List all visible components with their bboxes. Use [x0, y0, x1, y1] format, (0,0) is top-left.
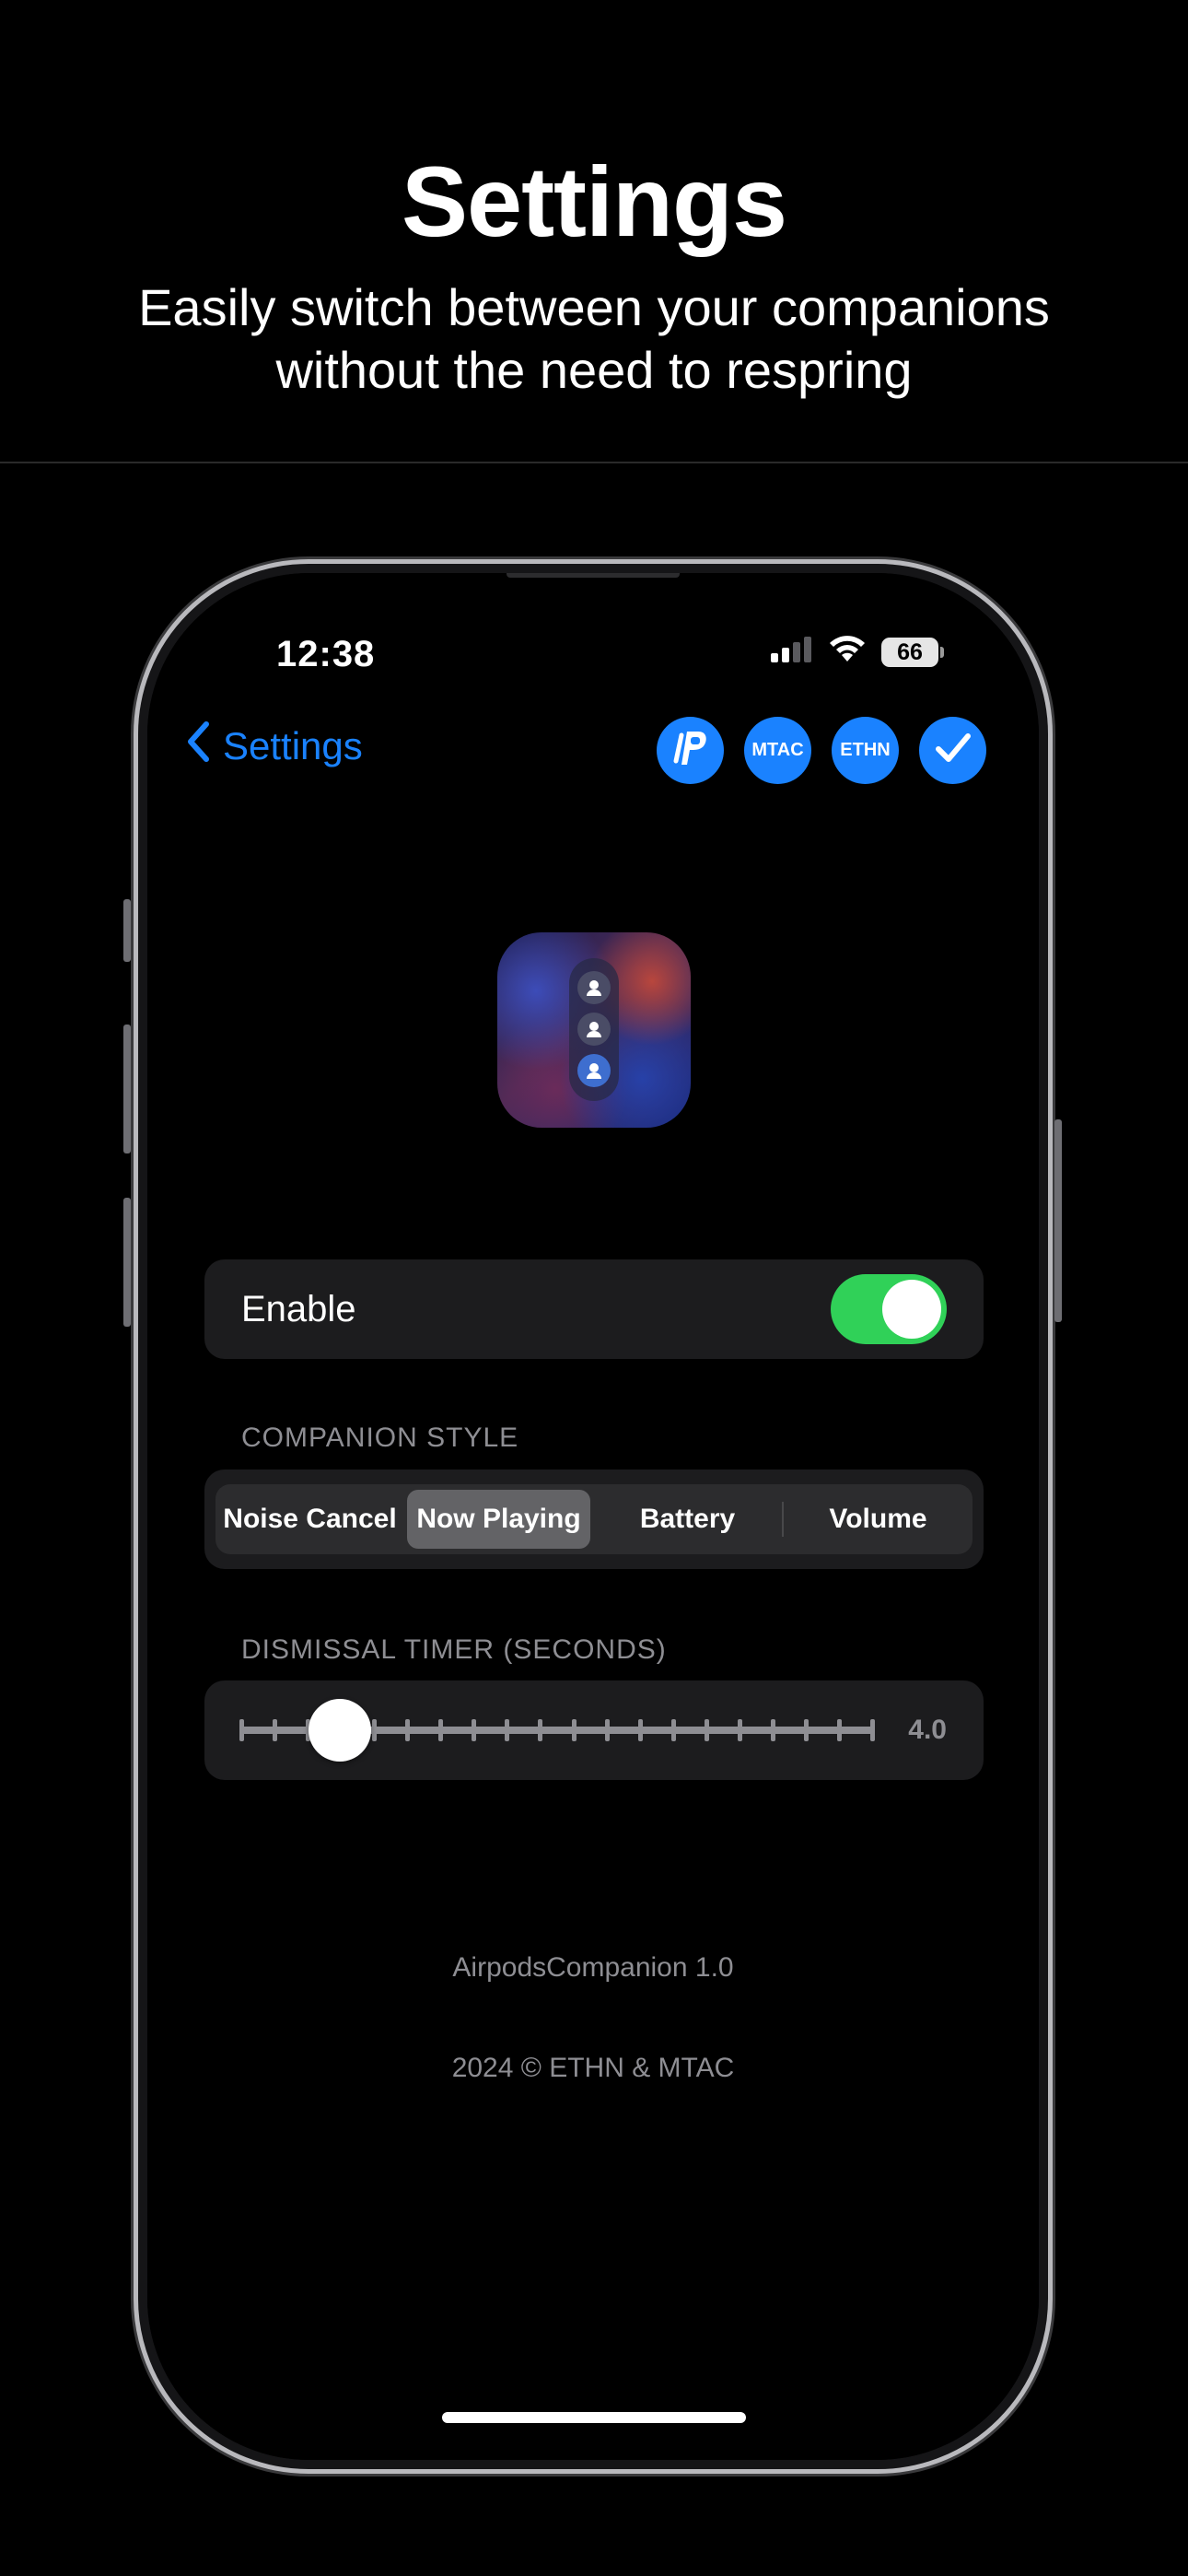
companion-style-segmented-control: Noise Cancel Now Playing Battery Volume — [215, 1484, 973, 1554]
phone-screen: 12:38 66 Settings MTAC ETHN Enable COMPA… — [147, 573, 1039, 2460]
slider-tick — [372, 1719, 377, 1741]
companion-style-header: COMPANION STYLE — [241, 1423, 519, 1453]
slider-tick — [273, 1719, 277, 1741]
checkmark-icon — [935, 732, 972, 770]
slider-tick — [870, 1719, 875, 1741]
copyright: 2024 © ETHN & MTAC — [451, 2053, 735, 2083]
segment-battery[interactable]: Battery — [596, 1490, 779, 1549]
app-version: AirpodsCompanion 1.0 — [452, 1952, 734, 1983]
battery-icon: 66 — [881, 637, 944, 667]
slider-tick — [804, 1719, 809, 1741]
dismissal-timer-card: 4.0 — [204, 1680, 984, 1780]
dismissal-timer-slider-thumb[interactable] — [309, 1699, 371, 1762]
enable-label: Enable — [241, 1289, 356, 1329]
slider-tick — [472, 1719, 476, 1741]
app-icon — [497, 932, 691, 1128]
paypal-icon — [672, 728, 709, 774]
mtac-button[interactable]: MTAC — [744, 717, 811, 784]
phone-side-button — [1054, 1119, 1062, 1322]
slider-tick — [671, 1719, 676, 1741]
cellular-signal-icon — [771, 637, 813, 667]
dismissal-timer-value: 4.0 — [908, 1715, 947, 1745]
phone-action-button — [123, 899, 131, 962]
slider-tick — [239, 1719, 244, 1741]
slider-tick — [738, 1719, 742, 1741]
person-icon — [577, 1013, 611, 1046]
nav-actions: MTAC ETHN — [657, 717, 986, 784]
slider-tick — [771, 1719, 775, 1741]
status-indicators: 66 — [771, 636, 944, 668]
slider-tick — [438, 1719, 443, 1741]
ethn-button[interactable]: ETHN — [832, 717, 899, 784]
segment-noise-cancel[interactable]: Noise Cancel — [218, 1490, 402, 1549]
chevron-left-icon — [186, 720, 210, 772]
ethn-icon: ETHN — [840, 740, 891, 760]
phone-volume-down-button — [123, 1198, 131, 1327]
home-indicator[interactable] — [442, 2412, 746, 2423]
slider-tick — [538, 1719, 542, 1741]
phone-volume-up-button — [123, 1025, 131, 1153]
hero-title: Settings — [401, 146, 787, 257]
back-button-label: Settings — [223, 724, 363, 767]
segment-volume[interactable]: Volume — [786, 1490, 970, 1549]
person-icon — [577, 971, 611, 1004]
slider-tick — [638, 1719, 643, 1741]
slider-tick — [405, 1719, 410, 1741]
mtac-icon: MTAC — [751, 740, 804, 760]
paypal-button[interactable] — [657, 717, 724, 784]
apply-button[interactable] — [919, 717, 986, 784]
wifi-icon — [828, 636, 867, 668]
enable-row: Enable — [204, 1259, 984, 1359]
segment-divider — [782, 1502, 784, 1537]
enable-toggle[interactable] — [831, 1274, 947, 1344]
back-button[interactable]: Settings — [186, 720, 363, 772]
person-icon — [577, 1054, 611, 1087]
slider-tick — [705, 1719, 709, 1741]
segment-now-playing[interactable]: Now Playing — [407, 1490, 590, 1549]
slider-tick — [605, 1719, 610, 1741]
companion-picker-graphic — [569, 958, 619, 1101]
toggle-knob — [882, 1280, 941, 1339]
status-time: 12:38 — [276, 634, 376, 674]
companion-style-card: Noise Cancel Now Playing Battery Volume — [204, 1469, 984, 1569]
dismissal-timer-header: DISMISSAL TIMER (SECONDS) — [241, 1634, 667, 1665]
slider-tick — [837, 1719, 842, 1741]
slider-tick — [572, 1719, 577, 1741]
slider-tick — [505, 1719, 509, 1741]
sensor-housing — [507, 573, 680, 578]
hero-subtitle: Easily switch between your companions wi… — [138, 278, 1050, 399]
hero-divider — [0, 462, 1188, 463]
